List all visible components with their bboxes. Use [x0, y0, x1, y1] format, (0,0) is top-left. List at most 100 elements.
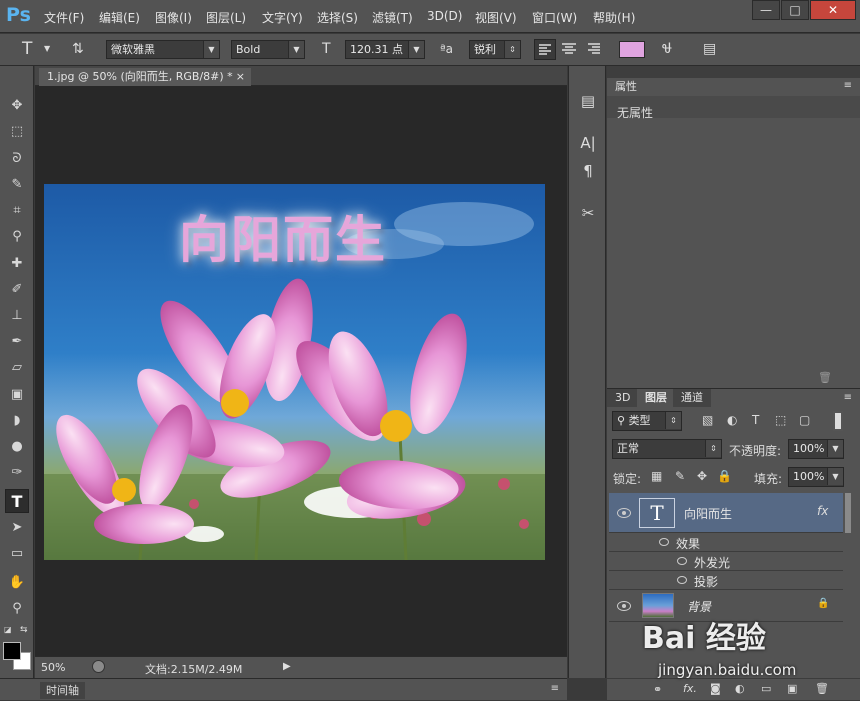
default-colors-icon[interactable]: ◪	[4, 625, 14, 635]
layer-effects-row[interactable]: 效果	[609, 533, 843, 552]
crop-tool-icon[interactable]: ⌗	[5, 199, 29, 223]
menu-select[interactable]: 选择(S)	[317, 9, 358, 26]
blend-mode-select[interactable]: 正常 ⇕	[612, 439, 722, 459]
minimize-button[interactable]: —	[752, 0, 780, 20]
timeline-panel: 时间轴 ≡	[0, 678, 567, 700]
collapsed-panels-dock: ▤ A| ¶ ✂	[568, 66, 606, 678]
pen-tool-icon[interactable]: ✑	[5, 461, 29, 485]
chevron-down-icon: ▼	[827, 468, 843, 485]
shape-filter-icon[interactable]: ⬚	[775, 413, 786, 427]
warp-text-icon[interactable]: Ꮰ	[662, 40, 672, 58]
menu-file[interactable]: 文件(F)	[44, 9, 84, 26]
layer-filter-select[interactable]: ⚲ 类型 ⇕	[612, 411, 682, 431]
effect-row-outer-glow[interactable]: 外发光	[609, 552, 843, 571]
visibility-eye-icon[interactable]	[677, 557, 687, 565]
smart-filter-icon[interactable]: ▢	[799, 413, 810, 427]
status-share-icon[interactable]	[92, 660, 105, 673]
adjustment-filter-icon[interactable]: ◐	[727, 413, 737, 427]
tab-layers[interactable]: 图层	[637, 389, 675, 407]
lock-image-icon[interactable]: ✎	[675, 469, 685, 483]
layer-row-text[interactable]: T 向阳而生 fx	[609, 493, 843, 533]
fill-input[interactable]: 100% ▼	[788, 467, 844, 487]
lock-position-icon[interactable]: ✥	[697, 469, 707, 483]
tab-channels[interactable]: 通道	[673, 389, 711, 407]
menu-edit[interactable]: 编辑(E)	[99, 9, 140, 26]
document-tab[interactable]: 1.jpg @ 50% (向阳而生, RGB/8#) * ×	[39, 68, 251, 86]
gradient-tool-icon[interactable]: ▣	[5, 383, 29, 407]
layers-scrollbar-thumb[interactable]	[845, 493, 851, 533]
zoom-tool-icon[interactable]: ⚲	[5, 597, 29, 621]
text-color-swatch[interactable]	[619, 41, 645, 58]
trash-icon[interactable]: 🗑	[818, 371, 832, 384]
anti-alias-select[interactable]: 锐利 ⇕	[469, 40, 521, 59]
path-select-tool-icon[interactable]: ➤	[5, 516, 29, 540]
menu-layer[interactable]: 图层(L)	[206, 9, 246, 26]
layer-name[interactable]: 向阳而生	[684, 505, 732, 522]
character-panel-icon[interactable]: A|	[576, 132, 600, 154]
menu-window[interactable]: 窗口(W)	[532, 9, 577, 26]
menu-help[interactable]: 帮助(H)	[593, 9, 635, 26]
properties-tab[interactable]: 属性	[607, 78, 645, 96]
history-panel-icon[interactable]: ▤	[576, 90, 600, 112]
menu-filter[interactable]: 滤镜(T)	[372, 9, 413, 26]
lock-all-icon[interactable]: 🔒	[717, 469, 732, 483]
opacity-input[interactable]: 100% ▼	[788, 439, 844, 459]
eyedropper-tool-icon[interactable]: ⚲	[5, 225, 29, 249]
type-tool-preset-icon[interactable]: T	[22, 40, 32, 58]
type-tool-icon[interactable]: T	[5, 489, 29, 513]
fx-icon[interactable]: fx	[817, 504, 828, 518]
close-tab-icon[interactable]: ×	[236, 68, 245, 86]
chevron-down-icon[interactable]: ▼	[44, 40, 50, 58]
clone-stamp-tool-icon[interactable]: ⊥	[5, 304, 29, 328]
menu-3d[interactable]: 3D(D)	[427, 9, 462, 23]
brush-tool-icon[interactable]: ✐	[5, 278, 29, 302]
visibility-eye-icon[interactable]	[677, 576, 687, 584]
menu-view[interactable]: 视图(V)	[475, 9, 517, 26]
menu-type[interactable]: 文字(Y)	[262, 9, 303, 26]
rectangle-tool-icon[interactable]: ▭	[5, 542, 29, 566]
align-right-button[interactable]	[584, 39, 606, 60]
image-canvas[interactable]: 向阳而生	[44, 184, 545, 560]
tab-3d[interactable]: 3D	[607, 389, 639, 407]
character-panel-icon[interactable]: ▤	[703, 40, 716, 58]
blur-tool-icon[interactable]: ◗	[5, 409, 29, 433]
panel-menu-icon[interactable]: ≡	[844, 392, 852, 403]
zoom-level[interactable]: 50%	[41, 661, 65, 674]
tools-preset-icon[interactable]: ✂	[576, 202, 600, 224]
align-left-button[interactable]	[534, 39, 556, 60]
eraser-tool-icon[interactable]: ▱	[5, 356, 29, 380]
type-filter-icon[interactable]: T	[752, 413, 759, 427]
status-menu-arrow-icon[interactable]: ▶	[283, 661, 291, 672]
effect-row-drop-shadow[interactable]: 投影	[609, 571, 843, 590]
foreground-color-swatch[interactable]	[3, 642, 21, 660]
menu-image[interactable]: 图像(I)	[155, 9, 192, 26]
font-family-select[interactable]: 微软雅黑 ▼	[106, 40, 220, 59]
marquee-tool-icon[interactable]: ⬚	[5, 120, 29, 144]
font-size-select[interactable]: 120.31 点 ▼	[345, 40, 425, 59]
filter-toggle-switch[interactable]	[833, 411, 843, 431]
visibility-eye-icon[interactable]	[617, 508, 631, 518]
panel-menu-icon[interactable]: ≡	[551, 683, 559, 694]
quick-select-tool-icon[interactable]: ✎	[5, 173, 29, 197]
swap-colors-icon[interactable]: ⇆	[20, 625, 30, 635]
healing-brush-tool-icon[interactable]: ✚	[5, 252, 29, 276]
lasso-tool-icon[interactable]: ᘐ	[5, 147, 29, 171]
move-tool-icon[interactable]: ✥	[5, 94, 29, 118]
history-brush-tool-icon[interactable]: ✒	[5, 330, 29, 354]
pixel-filter-icon[interactable]: ▧	[702, 413, 713, 427]
align-center-button[interactable]	[559, 39, 581, 60]
close-window-button[interactable]: ✕	[810, 0, 856, 20]
timeline-tab[interactable]: 时间轴	[40, 682, 85, 699]
visibility-eye-icon[interactable]	[659, 538, 669, 546]
menu-bar: Ps 文件(F) 编辑(E) 图像(I) 图层(L) 文字(Y) 选择(S) 滤…	[0, 0, 860, 33]
paragraph-panel-icon[interactable]: ¶	[576, 160, 600, 182]
hand-tool-icon[interactable]: ✋	[5, 571, 29, 595]
text-orientation-icon[interactable]: ⇅	[72, 40, 84, 58]
lock-transparent-icon[interactable]: ▦	[651, 469, 662, 483]
blend-mode-value: 正常	[617, 442, 639, 455]
panel-menu-icon[interactable]: ≡	[844, 80, 852, 91]
align-left-icon	[539, 44, 551, 55]
dodge-tool-icon[interactable]: ●	[5, 435, 29, 459]
font-style-select[interactable]: Bold ▼	[231, 40, 305, 59]
maximize-button[interactable]: □	[781, 0, 809, 20]
